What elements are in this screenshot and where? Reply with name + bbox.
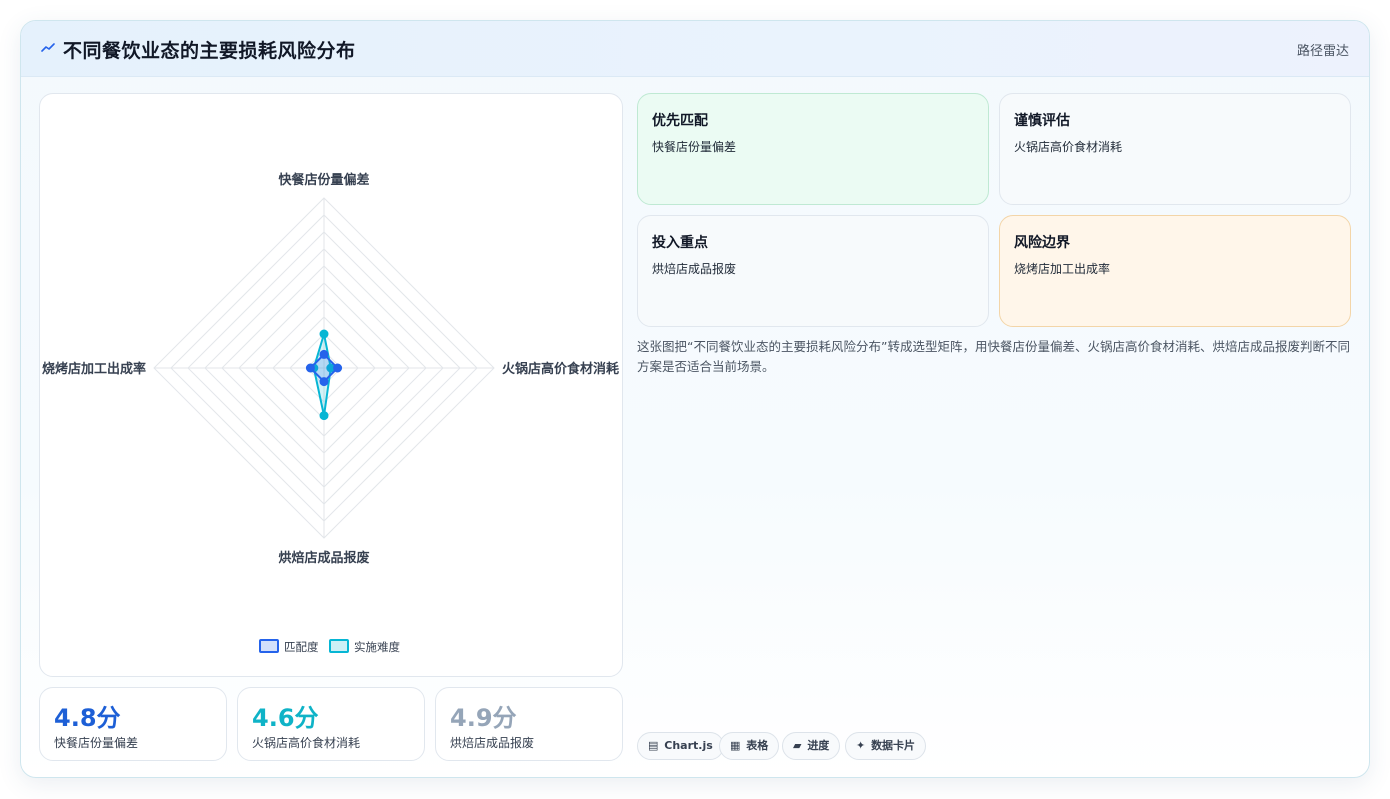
dashboard-frame: 不同餐饮业态的主要损耗风险分布 路径雷达 快餐店份量偏差 火锅店高价食材消耗 烘焙店… bbox=[20, 20, 1370, 778]
tag-table[interactable]: ▦ 表格 bbox=[719, 732, 780, 760]
stat-value: 4.9分 bbox=[450, 704, 517, 732]
stat-card-fast-food: 4.8分 快餐店份量偏差 bbox=[39, 687, 227, 761]
data-point[interactable] bbox=[305, 363, 315, 373]
stat-label: 烘焙店成品报废 bbox=[450, 736, 535, 750]
stat-label: 快餐店份量偏差 bbox=[54, 736, 139, 750]
tag-chartjs[interactable]: ▤ Chart.js bbox=[637, 732, 724, 760]
sparkle-icon: ✦ bbox=[856, 739, 866, 752]
data-point[interactable] bbox=[319, 411, 329, 421]
card-text: 烧烤店加工出成率 bbox=[1014, 262, 1111, 276]
card-text: 火锅店高价食材消耗 bbox=[1014, 140, 1123, 154]
tag-label: 表格 bbox=[746, 739, 769, 752]
axis-label: 火锅店高价食材消耗 bbox=[502, 361, 619, 377]
stat-card-hotpot: 4.6分 火锅店高价食材消耗 bbox=[237, 687, 425, 761]
card-title: 风险边界 bbox=[1014, 235, 1070, 251]
tag-progress[interactable]: ▰ 进度 bbox=[782, 732, 841, 760]
card-text: 快餐店份量偏差 bbox=[652, 140, 737, 154]
axis-label: 烧烤店加工出成率 bbox=[42, 361, 146, 377]
card-careful-evaluation: 谨慎评估 火锅店高价食材消耗 bbox=[999, 93, 1351, 205]
tag-label: 数据卡片 bbox=[871, 739, 916, 752]
card-priority-match: 优先匹配 快餐店份量偏差 bbox=[637, 93, 989, 205]
card-text: 烘焙店成品报废 bbox=[652, 262, 737, 276]
legend-swatch[interactable] bbox=[329, 639, 349, 653]
stat-label: 火锅店高价食材消耗 bbox=[252, 736, 361, 750]
card-title: 投入重点 bbox=[652, 235, 708, 251]
tag-data-card[interactable]: ✦ 数据卡片 bbox=[845, 732, 927, 760]
radar-chart: 快餐店份量偏差火锅店高价食材消耗烘焙店成品报废 烧烤店加工出成率 匹配度 实施难度 bbox=[42, 172, 619, 654]
stat-value: 4.8分 bbox=[54, 704, 121, 732]
table-icon: ▦ bbox=[730, 739, 741, 752]
card-risk-boundary: 风险边界 烧烤店加工出成率 bbox=[999, 215, 1351, 327]
chart-legend: 匹配度 实施难度 bbox=[259, 639, 400, 654]
data-point[interactable] bbox=[319, 349, 329, 359]
card-title: 优先匹配 bbox=[652, 113, 708, 129]
radar-chart-card: 快餐店份量偏差火锅店高价食材消耗烘焙店成品报废 烧烤店加工出成率 匹配度 实施难度 bbox=[39, 93, 623, 677]
trend-line-icon bbox=[41, 43, 55, 52]
legend-label[interactable]: 匹配度 bbox=[284, 640, 319, 654]
data-point[interactable] bbox=[333, 363, 343, 373]
stat-value: 4.6分 bbox=[252, 704, 319, 732]
axis-label: 快餐店份量偏差 bbox=[278, 172, 369, 188]
radar-link[interactable]: 路径雷达 bbox=[1297, 40, 1349, 59]
header: 不同餐饮业态的主要损耗风险分布 路径雷达 bbox=[21, 21, 1369, 77]
card-investment-focus: 投入重点 烘焙店成品报废 bbox=[637, 215, 989, 327]
stat-card-bakery: 4.9分 烘焙店成品报废 bbox=[435, 687, 623, 761]
legend-label[interactable]: 实施难度 bbox=[354, 640, 400, 654]
axis-label: 烘焙店成品报废 bbox=[278, 550, 369, 566]
page-title: 不同餐饮业态的主要损耗风险分布 bbox=[63, 40, 356, 62]
card-title: 谨慎评估 bbox=[1014, 113, 1070, 129]
chart-icon: ▤ bbox=[648, 739, 659, 752]
data-point[interactable] bbox=[319, 329, 329, 339]
tag-label: 进度 bbox=[807, 739, 830, 752]
chart-description: 这张图把“不同餐饮业态的主要损耗风险分布”转成选型矩阵，用快餐店份量偏差、火锅店… bbox=[637, 339, 1350, 374]
progress-icon: ▰ bbox=[793, 739, 802, 752]
legend-swatch[interactable] bbox=[259, 639, 279, 653]
data-point[interactable] bbox=[319, 377, 329, 387]
tag-label: Chart.js bbox=[664, 739, 713, 752]
